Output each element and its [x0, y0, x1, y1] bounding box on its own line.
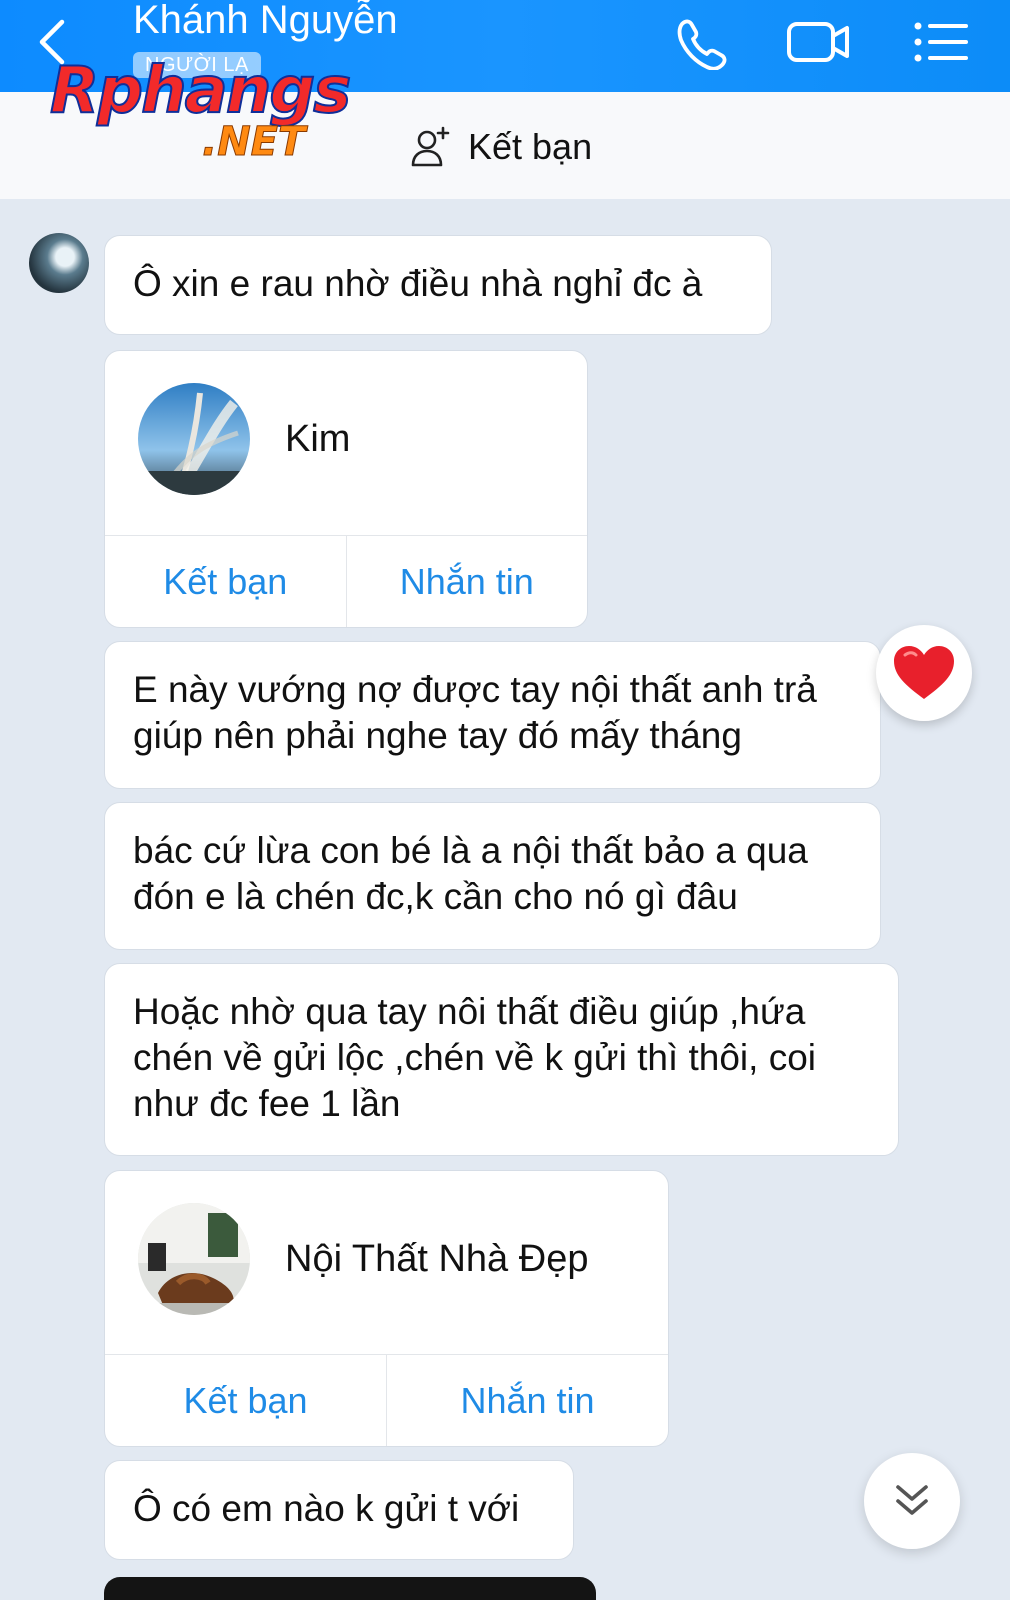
message-bubble[interactable]: Ô có em nào k gửi t với	[104, 1460, 574, 1560]
heart-reaction-icon[interactable]	[876, 625, 972, 721]
scroll-to-bottom-button[interactable]	[864, 1453, 960, 1549]
message-text: Ô có em nào k gửi t với	[133, 1488, 520, 1529]
add-user-icon	[411, 126, 450, 167]
send-message-button[interactable]: Nhắn tin	[387, 1355, 668, 1446]
contact-name: Kim	[285, 418, 351, 460]
message-text-line: bác cứ lừa con bé là a nội thất bảo a qu…	[133, 830, 808, 871]
contact-name[interactable]: Khánh Nguyễn	[133, 0, 398, 44]
sender-avatar[interactable]	[29, 233, 89, 293]
watermark-logo: Rphangs .NET	[49, 54, 352, 176]
message-bubble[interactable]: Hoặc nhờ qua tay nôi thất điều giúp ,hứa…	[104, 963, 899, 1156]
contact-card[interactable]: Kim Kết bạn Nhắn tin	[104, 350, 588, 628]
contact-avatar[interactable]	[138, 383, 250, 495]
message-text-line: E này vướng nợ được tay nội thất anh trả	[133, 669, 817, 710]
message-text-line: giúp nên phải nghe tay đó mấy tháng	[133, 715, 742, 756]
watermark-brand: Rphangs	[49, 54, 352, 128]
add-friend-label: Kết bạn	[468, 126, 593, 167]
message-text-line: đón e là chén đc,k cần cho nó gì đâu	[133, 876, 738, 917]
message-text-line: chén về gửi lộc ,chén về k gửi thì thôi,…	[133, 1037, 817, 1078]
add-friend-button[interactable]: Kết bạn	[105, 1355, 387, 1446]
media-message-preview[interactable]	[104, 1577, 596, 1600]
message-bubble[interactable]: E này vướng nợ được tay nội thất anh trả…	[104, 641, 881, 789]
add-friend-button[interactable]: Kết bạn	[410, 125, 592, 169]
video-call-icon[interactable]	[784, 14, 854, 70]
contact-card[interactable]: Nội Thất Nhà Đẹp Kết bạn Nhắn tin	[104, 1170, 669, 1447]
message-text: Ô xin e rau nhờ điều nhà nghỉ đc à	[133, 263, 703, 304]
message-bubble[interactable]: bác cứ lừa con bé là a nội thất bảo a qu…	[104, 802, 881, 950]
add-friend-button[interactable]: Kết bạn	[105, 536, 347, 627]
contact-avatar[interactable]	[138, 1203, 250, 1315]
double-chevron-down-icon	[896, 1485, 928, 1515]
message-bubble[interactable]: Ô xin e rau nhờ điều nhà nghỉ đc à	[104, 235, 772, 335]
contact-name: Nội Thất Nhà Đẹp	[285, 1238, 589, 1280]
message-text-line: Hoặc nhờ qua tay nôi thất điều giúp ,hứa	[133, 991, 806, 1032]
menu-list-icon[interactable]	[910, 14, 972, 70]
message-text-line: như đc fee 1 lần	[133, 1083, 401, 1124]
phone-icon[interactable]	[668, 14, 732, 71]
watermark-domain: .NET	[201, 119, 306, 165]
send-message-button[interactable]: Nhắn tin	[347, 536, 588, 627]
